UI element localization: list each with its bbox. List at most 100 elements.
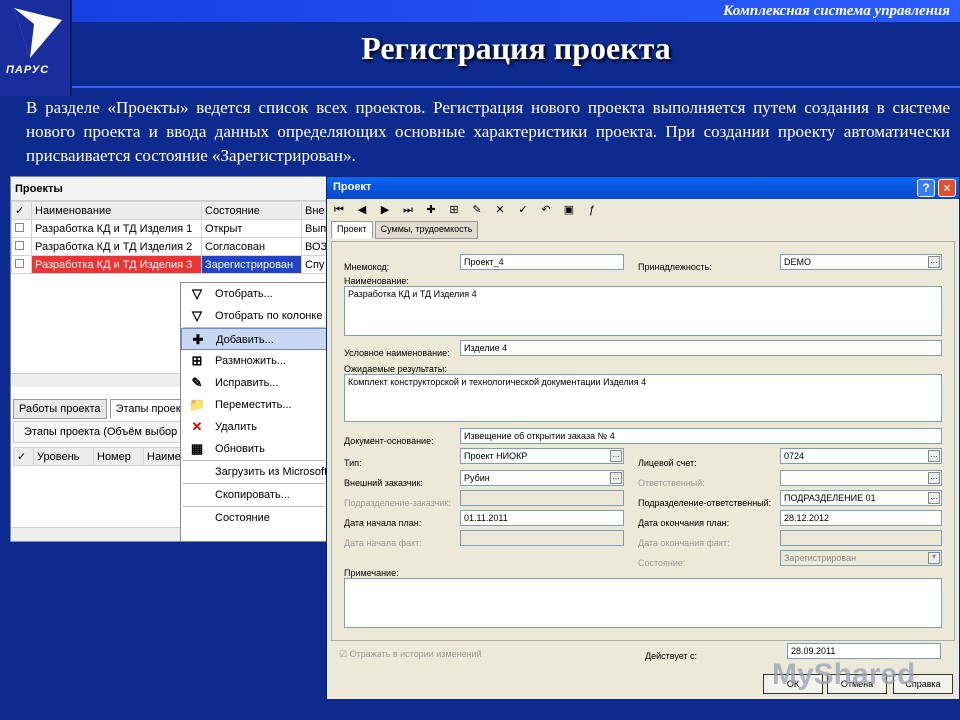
menu-item-filter-column[interactable]: ▽ Отобрать по колонке <box>181 305 327 327</box>
name-field[interactable]: Разработка КД и ТД Изделия 4 <box>344 286 942 336</box>
account-field[interactable]: 0724… <box>780 448 942 464</box>
column-state[interactable]: Состояние <box>201 201 302 220</box>
menu-item-copy[interactable]: Скопировать... <box>181 484 327 506</box>
lookup-button[interactable]: … <box>610 450 622 462</box>
valid-from-label: Действует с: <box>645 651 698 661</box>
menu-item-filter[interactable]: ▽ Отобрать... <box>181 283 327 305</box>
last-record-icon[interactable]: ⏭ <box>400 203 416 217</box>
duplicate-icon[interactable]: ⊞ <box>446 203 462 217</box>
add-icon[interactable]: ✚ <box>423 203 439 217</box>
note-label: Примечание: <box>344 568 399 578</box>
cond-field[interactable]: Изделие 4 <box>460 340 942 356</box>
lookup-button[interactable]: … <box>610 472 622 484</box>
formula-icon[interactable]: ƒ <box>584 203 600 217</box>
mnemo-field[interactable]: Проект_4 <box>460 254 624 270</box>
start-plan-label: Дата начала план: <box>344 518 422 528</box>
tab-project[interactable]: Проект <box>331 221 373 239</box>
menu-item-move[interactable]: 📁 Переместить... <box>181 394 327 416</box>
start-fact-field <box>460 530 624 546</box>
name-label: Наименование: <box>344 276 409 286</box>
column-name[interactable]: Наименование <box>31 201 202 220</box>
help-icon[interactable]: ? <box>917 179 935 197</box>
tab-sums[interactable]: Суммы, трудоемкость <box>374 221 479 239</box>
belong-label: Принадлежность: <box>638 262 712 272</box>
cust-dept-label: Подразделение-заказчик: <box>344 498 451 508</box>
menu-item-edit[interactable]: ✎ Исправить... <box>181 372 327 394</box>
filter-column-icon: ▽ <box>192 308 202 323</box>
customer-field[interactable]: Рубин… <box>460 470 624 486</box>
belong-field[interactable]: DEMO… <box>780 254 942 270</box>
table-row[interactable]: Разработка КД и ТД Изделия 2 Согласован … <box>11 237 339 256</box>
start-plan-field[interactable]: 01.11.2011 <box>460 510 624 526</box>
detail-tabs: Работы проекта Этапы проект <box>13 399 192 419</box>
table-row-selected[interactable]: Разработка КД и ТД Изделия 3 Зарегистрир… <box>11 255 339 274</box>
next-record-icon[interactable]: ▶ <box>377 203 393 217</box>
column-number[interactable]: Номер <box>93 447 144 466</box>
delete-icon: ✕ <box>191 419 203 434</box>
filter-icon: ▽ <box>192 286 202 301</box>
close-icon[interactable]: × <box>938 179 956 197</box>
note-field[interactable] <box>344 578 942 628</box>
dialog-titlebar: Проект ? × <box>327 177 959 199</box>
lookup-button[interactable]: … <box>928 492 940 504</box>
watermark: MyShared <box>772 658 916 691</box>
logo-text: ПАРУС <box>6 64 50 76</box>
dialog-toolbar: ⏮ ◀ ▶ ⏭ ✚ ⊞ ✎ ✕ ✓ ↶ ▣ ƒ <box>327 199 959 221</box>
move-folder-icon: 📁 <box>189 397 206 412</box>
menu-item-refresh[interactable]: ▦ Обновить <box>181 438 327 460</box>
lookup-button[interactable]: … <box>928 450 940 462</box>
row-checkbox[interactable] <box>15 240 24 250</box>
sail-logo-icon <box>14 8 62 58</box>
resp-dept-label: Подразделение-ответственный: <box>638 498 772 508</box>
delete-icon[interactable]: ✕ <box>492 203 508 217</box>
prev-record-icon[interactable]: ◀ <box>354 203 370 217</box>
doc-field[interactable]: Извещение об открытии заказа № 4 <box>460 428 942 444</box>
history-checkbox[interactable]: ☑ Отражать в истории изменений <box>339 649 482 660</box>
refresh-icon: ▦ <box>190 441 204 456</box>
end-plan-label: Дата окончания план: <box>638 518 730 528</box>
customer-label: Внешний заказчик: <box>344 478 423 488</box>
project-dialog: Проект ? × ⏮ ◀ ▶ ⏭ ✚ ⊞ ✎ ✕ ✓ ↶ ▣ ƒ Проек… <box>326 176 960 700</box>
account-label: Лицевой счет: <box>638 458 697 468</box>
edit-icon: ✎ <box>191 375 203 390</box>
projects-table: ✓ Наименование Состояние Вне Разработка … <box>11 201 339 274</box>
mnemo-label: Мнемокод: <box>344 262 390 272</box>
tab-project-works[interactable]: Работы проекта <box>13 399 107 419</box>
expected-field[interactable]: Комплект конструкторской и технологическ… <box>344 374 942 422</box>
menu-item-import[interactable]: Загрузить из Microsoft <box>181 461 327 483</box>
column-level[interactable]: Уровень <box>33 447 94 466</box>
lookup-button[interactable]: … <box>928 472 940 484</box>
table-header: ✓ Наименование Состояние Вне <box>11 201 339 220</box>
type-field[interactable]: Проект НИОКР… <box>460 448 624 464</box>
end-plan-field[interactable]: 28.12.2012 <box>780 510 942 526</box>
table-row[interactable]: Разработка КД и ТД Изделия 1 Открыт Вып <box>11 219 339 238</box>
system-name: Комплексная система управления <box>723 3 950 19</box>
parus-logo: ПАРУС <box>0 0 72 96</box>
intro-text: В разделе «Проекты» ведется список всех … <box>26 98 950 165</box>
menu-item-add[interactable]: ✚ Добавить... <box>181 328 327 350</box>
confirm-icon[interactable]: ✓ <box>515 203 531 217</box>
project-form: Мнемокод: Проект_4 Принадлежность: DEMO…… <box>331 241 955 641</box>
dialog-title: Проект <box>333 181 372 193</box>
menu-item-duplicate[interactable]: ⊞ Размножить... <box>181 350 327 372</box>
menu-item-state[interactable]: Состояние <box>181 507 327 529</box>
row-checkbox[interactable] <box>15 258 24 268</box>
slide-title: Регистрация проекта <box>361 30 671 66</box>
state-select: Зарегистрирован ▾ <box>780 550 942 566</box>
resp-dept-field[interactable]: ПОДРАЗДЕЛЕНИЕ 01… <box>780 490 942 506</box>
save-icon[interactable]: ▣ <box>561 203 577 217</box>
type-label: Тип: <box>344 458 362 468</box>
add-icon: ✚ <box>192 332 204 347</box>
menu-item-delete[interactable]: ✕ Удалить <box>181 416 327 438</box>
undo-icon[interactable]: ↶ <box>538 203 554 217</box>
row-checkbox[interactable] <box>15 222 24 232</box>
lookup-button[interactable]: … <box>928 256 940 268</box>
edit-icon[interactable]: ✎ <box>469 203 485 217</box>
expected-label: Ожидаемые результаты: <box>344 364 447 374</box>
check-column: ✓ <box>11 201 32 220</box>
duplicate-icon: ⊞ <box>191 353 203 368</box>
resp-field[interactable]: … <box>780 470 942 486</box>
first-record-icon[interactable]: ⏮ <box>331 203 347 217</box>
chevron-down-icon: ▾ <box>928 552 940 564</box>
valid-from-field[interactable]: 28.09.2011 <box>787 643 941 659</box>
